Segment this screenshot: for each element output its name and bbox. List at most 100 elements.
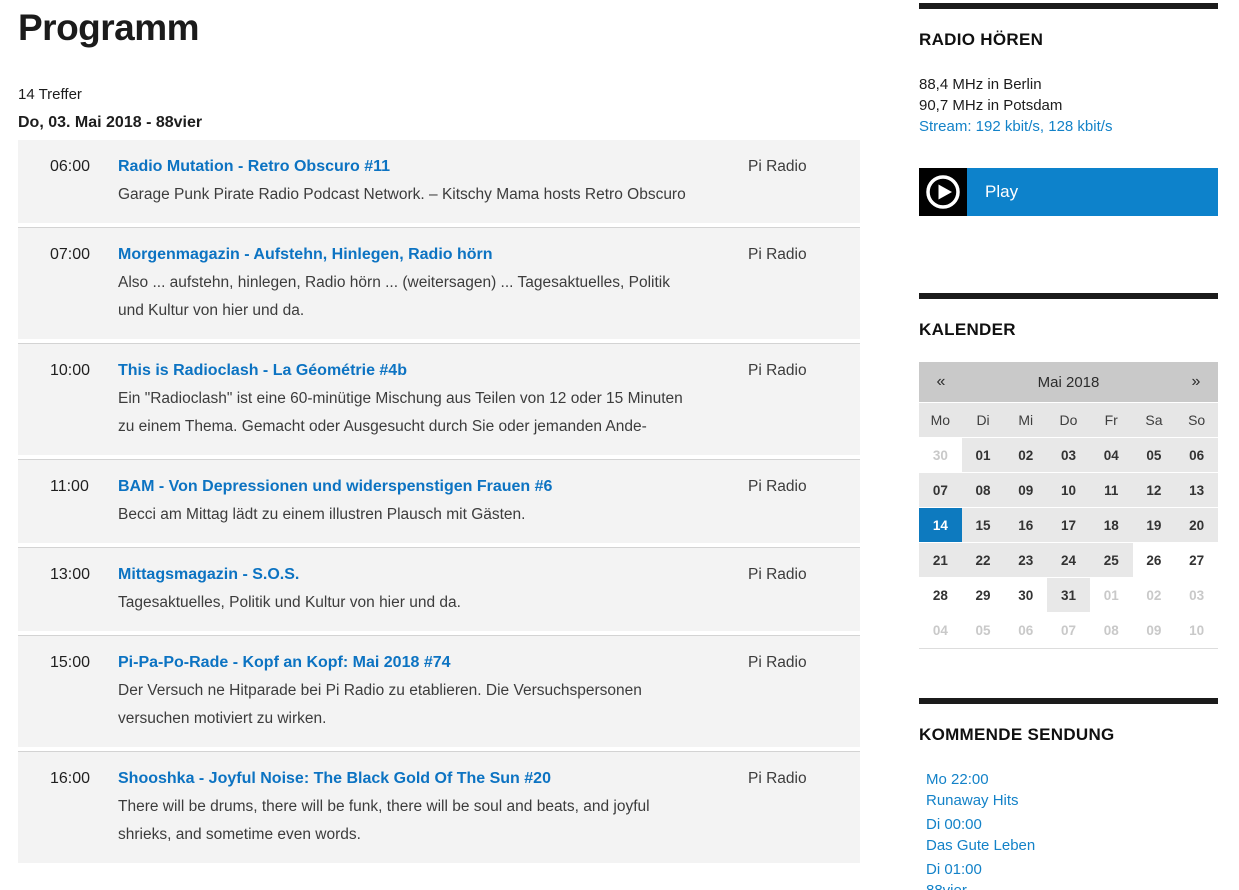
upcoming-show-link[interactable]: Mo 22:00 Runaway Hits	[926, 769, 1218, 811]
play-icon	[919, 168, 967, 216]
calendar-day-20[interactable]: 20	[1175, 508, 1218, 542]
sidebar-divider	[919, 698, 1218, 704]
play-button[interactable]: Play	[919, 168, 1218, 216]
calendar-week-row: 07080910111213	[919, 473, 1218, 507]
calendar-week-row: 14151617181920	[919, 508, 1218, 542]
entry-station: Pi Radio	[748, 649, 860, 733]
sidebar-top-divider	[919, 3, 1218, 9]
frequency-berlin: 88,4 MHz in Berlin	[919, 74, 1218, 95]
calendar-week-row: 04050607080910	[919, 613, 1218, 647]
play-button-label: Play	[967, 168, 1218, 216]
entry-title-link[interactable]: BAM - Von Depressionen und widerspenstig…	[118, 473, 552, 501]
calendar-day-08[interactable]: 08	[962, 473, 1005, 507]
results-count: 14 Treffer	[18, 86, 860, 104]
sidebar: RADIO HÖREN 88,4 MHz in Berlin 90,7 MHz …	[919, 0, 1218, 890]
calendar-day-04[interactable]: 04	[1090, 438, 1133, 472]
calendar-day-10[interactable]: 10	[1047, 473, 1090, 507]
calendar-day-31[interactable]: 31	[1047, 578, 1090, 612]
calendar-day-11[interactable]: 11	[1090, 473, 1133, 507]
calendar-weekday: Fr	[1090, 412, 1133, 428]
upcoming-list: Mo 22:00 Runaway Hits Di 00:00 Das Gute …	[919, 769, 1218, 890]
calendar-day-09: 09	[1133, 613, 1176, 647]
calendar-day-14[interactable]: 14	[919, 508, 962, 542]
calendar-day-18[interactable]: 18	[1090, 508, 1133, 542]
entry-description: Becci am Mittag lädt zu einem illustren …	[118, 501, 690, 529]
calendar-day-05: 05	[962, 613, 1005, 647]
stream-link-separator: ,	[1040, 118, 1048, 135]
date-heading: Do, 03. Mai 2018 - 88vier	[18, 113, 860, 132]
calendar-day-01[interactable]: 01	[962, 438, 1005, 472]
entry-station: Pi Radio	[748, 153, 860, 209]
entry-title-link[interactable]: Shooshka - Joyful Noise: The Black Gold …	[118, 765, 551, 793]
calendar-day-17[interactable]: 17	[1047, 508, 1090, 542]
program-entry: 06:00 Radio Mutation - Retro Obscuro #11…	[18, 140, 860, 223]
calendar-day-03: 03	[1175, 578, 1218, 612]
calendar-day-05[interactable]: 05	[1133, 438, 1176, 472]
entry-title-link[interactable]: This is Radioclash - La Géométrie #4b	[118, 357, 407, 385]
calendar-weekday-row: MoDiMiDoFrSaSo	[919, 403, 1218, 437]
calendar-day-02[interactable]: 02	[1004, 438, 1047, 472]
entry-station: Pi Radio	[748, 357, 860, 441]
calendar-day-01: 01	[1090, 578, 1133, 612]
calendar-day-04: 04	[919, 613, 962, 647]
calendar-day-30: 30	[919, 438, 962, 472]
entry-description: Garage Punk Pirate Radio Podcast Network…	[118, 181, 690, 209]
entry-title-link[interactable]: Pi-Pa-Po-Rade - Kopf an Kopf: Mai 2018 #…	[118, 649, 451, 677]
calendar-weekday: Di	[962, 412, 1005, 428]
calendar-day-22[interactable]: 22	[962, 543, 1005, 577]
entry-description: Ein "Radioclash" ist eine 60-minütige Mi…	[118, 385, 690, 441]
calendar-day-06: 06	[1004, 613, 1047, 647]
calendar-day-07: 07	[1047, 613, 1090, 647]
upcoming-heading: KOMMENDE SENDUNG	[919, 725, 1218, 745]
calendar-day-07[interactable]: 07	[919, 473, 962, 507]
calendar-day-19[interactable]: 19	[1133, 508, 1176, 542]
entry-body: Pi-Pa-Po-Rade - Kopf an Kopf: Mai 2018 #…	[118, 649, 748, 733]
entry-time: 07:00	[50, 241, 118, 325]
stream-link-128[interactable]: 128 kbit/s	[1048, 118, 1112, 135]
upcoming-time: Di 00:00	[926, 814, 1218, 835]
calendar-day-06[interactable]: 06	[1175, 438, 1218, 472]
calendar-day-24[interactable]: 24	[1047, 543, 1090, 577]
calendar-weekday: Mi	[1004, 412, 1047, 428]
radio-listen-heading: RADIO HÖREN	[919, 30, 1218, 50]
upcoming-show-link[interactable]: Di 00:00 Das Gute Leben	[926, 814, 1218, 856]
calendar-day-29: 29	[962, 578, 1005, 612]
calendar-day-21[interactable]: 21	[919, 543, 962, 577]
entry-time: 13:00	[50, 561, 118, 617]
entry-station: Pi Radio	[748, 241, 860, 325]
entry-station: Pi Radio	[748, 473, 860, 529]
entry-description: Tagesaktuelles, Politik und Kultur von h…	[118, 589, 690, 617]
calendar-day-13[interactable]: 13	[1175, 473, 1218, 507]
upcoming-show-link[interactable]: Di 01:00 88vier	[926, 859, 1218, 890]
calendar-day-15[interactable]: 15	[962, 508, 1005, 542]
entry-time: 06:00	[50, 153, 118, 209]
calendar-prev-icon[interactable]: «	[919, 373, 963, 391]
calendar-month-title: Mai 2018	[963, 374, 1174, 391]
calendar-day-23[interactable]: 23	[1004, 543, 1047, 577]
entry-title-link[interactable]: Radio Mutation - Retro Obscuro #11	[118, 153, 390, 181]
calendar-day-26: 26	[1133, 543, 1176, 577]
program-entry: 16:00 Shooshka - Joyful Noise: The Black…	[18, 751, 860, 863]
calendar-day-28: 28	[919, 578, 962, 612]
upcoming-name: Das Gute Leben	[926, 835, 1218, 856]
calendar-day-02: 02	[1133, 578, 1176, 612]
calendar-day-16[interactable]: 16	[1004, 508, 1047, 542]
program-entry: 15:00 Pi-Pa-Po-Rade - Kopf an Kopf: Mai …	[18, 635, 860, 747]
calendar-day-25[interactable]: 25	[1090, 543, 1133, 577]
calendar-nav: « Mai 2018 »	[919, 362, 1218, 402]
entry-description: Der Versuch ne Hitparade bei Pi Radio zu…	[118, 677, 690, 733]
entry-title-link[interactable]: Morgenmagazin - Aufstehn, Hinlegen, Radi…	[118, 241, 493, 269]
calendar-day-03[interactable]: 03	[1047, 438, 1090, 472]
calendar-day-09[interactable]: 09	[1004, 473, 1047, 507]
entry-body: Radio Mutation - Retro Obscuro #11 Garag…	[118, 153, 748, 209]
stream-link-192[interactable]: Stream: 192 kbit/s	[919, 118, 1040, 135]
frequency-potsdam: 90,7 MHz in Potsdam	[919, 95, 1218, 116]
calendar-next-icon[interactable]: »	[1174, 373, 1218, 391]
entry-body: Mittagsmagazin - S.O.S. Tagesaktuelles, …	[118, 561, 748, 617]
frequency-info: 88,4 MHz in Berlin 90,7 MHz in Potsdam S…	[919, 74, 1218, 137]
calendar-day-08: 08	[1090, 613, 1133, 647]
upcoming-name: 88vier	[926, 880, 1218, 890]
entry-title-link[interactable]: Mittagsmagazin - S.O.S.	[118, 561, 299, 589]
entry-time: 16:00	[50, 765, 118, 849]
calendar-day-12[interactable]: 12	[1133, 473, 1176, 507]
